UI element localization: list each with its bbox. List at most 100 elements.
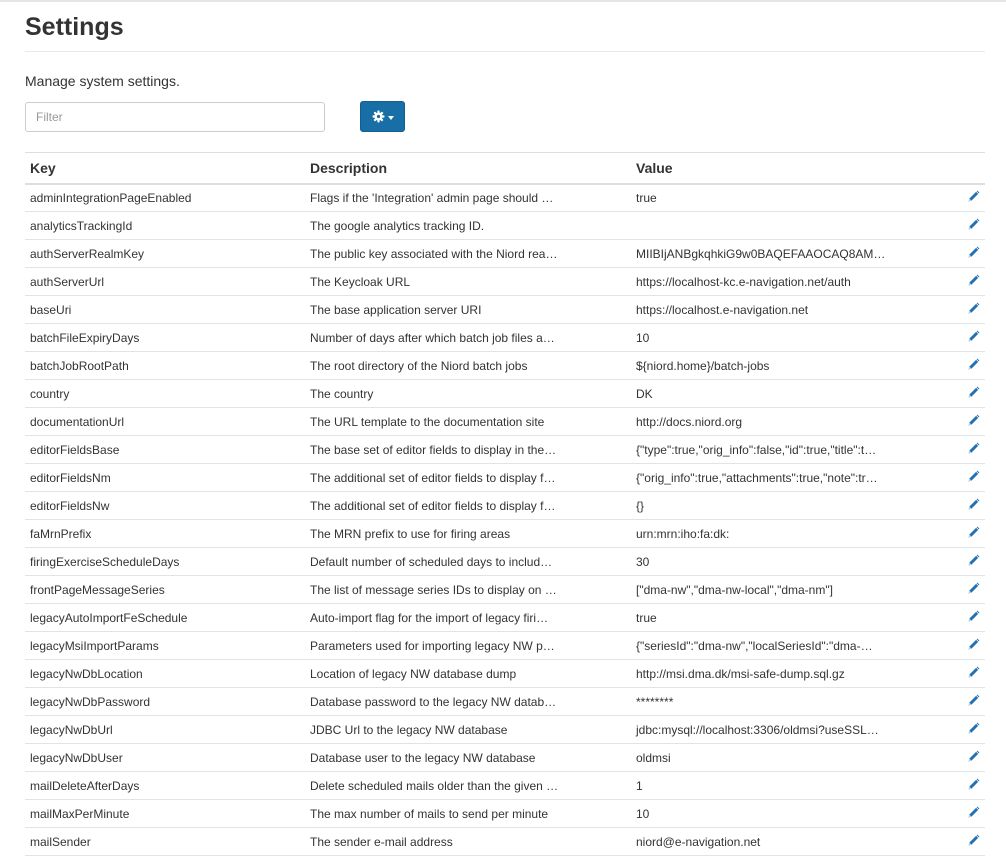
pencil-icon[interactable] — [967, 526, 980, 542]
cell-actions — [941, 799, 985, 828]
cell-value: http://docs.niord.org — [631, 407, 941, 436]
cell-value: 10 — [631, 799, 941, 828]
cell-description: Database password to the legacy NW datab… — [305, 687, 631, 716]
cell-description: Auto-import flag for the import of legac… — [305, 603, 631, 632]
cell-description: The country — [305, 379, 631, 408]
pencil-icon[interactable] — [967, 470, 980, 486]
cell-description: The base set of editor fields to display… — [305, 435, 631, 464]
pencil-icon[interactable] — [967, 554, 980, 570]
table-row[interactable]: country The country DK — [25, 379, 985, 408]
column-header-value[interactable]: Value — [631, 152, 941, 185]
table-row[interactable]: adminIntegrationPageEnabled Flags if the … — [25, 183, 985, 212]
cell-actions — [941, 519, 985, 548]
pencil-icon[interactable] — [967, 358, 980, 374]
cell-description: Number of days after which batch job fil… — [305, 323, 631, 352]
pencil-icon[interactable] — [967, 442, 980, 458]
page-title: Settings — [25, 13, 124, 41]
pencil-icon[interactable] — [967, 386, 980, 402]
cell-key: editorFieldsNm — [25, 463, 305, 492]
pencil-icon[interactable] — [967, 722, 980, 738]
table-row[interactable]: editorFieldsNw The additional set of edit… — [25, 491, 985, 520]
page-subtitle: Manage system settings. — [25, 73, 180, 89]
cell-value: 30 — [631, 547, 941, 576]
cell-key: legacyNwDbPassword — [25, 687, 305, 716]
cell-value: {"orig_info":true,"attachments":true,"no… — [631, 463, 941, 492]
title-divider — [25, 51, 985, 52]
cell-description: The base application server URI — [305, 295, 631, 324]
table-row[interactable]: legacyNwDbPassword Database password to t… — [25, 687, 985, 716]
pencil-icon[interactable] — [967, 190, 980, 206]
cell-actions — [941, 267, 985, 296]
cell-description: The URL template to the documentation si… — [305, 407, 631, 436]
cell-actions — [941, 463, 985, 492]
column-header-actions — [941, 152, 985, 185]
pencil-icon[interactable] — [967, 610, 980, 626]
table-row[interactable]: batchFileExpiryDays Number of days after … — [25, 323, 985, 352]
pencil-icon[interactable] — [967, 582, 980, 598]
pencil-icon[interactable] — [967, 246, 980, 262]
table-row[interactable]: mailDeleteAfterDays Delete scheduled mail… — [25, 771, 985, 800]
cell-value: https://localhost-kc.e-navigation.net/au… — [631, 267, 941, 296]
table-row[interactable]: documentationUrl The URL template to the … — [25, 407, 985, 436]
cell-key: analyticsTrackingId — [25, 211, 305, 240]
cell-actions — [941, 379, 985, 408]
table-row[interactable]: mailMaxPerMinute The max number of mails … — [25, 799, 985, 828]
pencil-icon[interactable] — [967, 834, 980, 850]
cell-description: The list of message series IDs to displa… — [305, 575, 631, 604]
cell-description: Location of legacy NW database dump — [305, 659, 631, 688]
cell-key: editorFieldsNw — [25, 491, 305, 520]
filter-input[interactable] — [25, 102, 325, 132]
pencil-icon[interactable] — [967, 694, 980, 710]
cell-actions — [941, 407, 985, 436]
pencil-icon[interactable] — [967, 750, 980, 766]
settings-menu-button[interactable] — [360, 101, 405, 132]
cell-key: authServerRealmKey — [25, 239, 305, 268]
pencil-icon[interactable] — [967, 666, 980, 682]
table-row[interactable]: legacyNwDbUrl JDBC Url to the legacy NW d… — [25, 715, 985, 744]
table-row[interactable]: legacyNwDbUser Database user to the legac… — [25, 743, 985, 772]
table-row[interactable]: editorFieldsBase The base set of editor f… — [25, 435, 985, 464]
cell-actions — [941, 659, 985, 688]
table-row[interactable]: faMrnPrefix The MRN prefix to use for fir… — [25, 519, 985, 548]
pencil-icon[interactable] — [967, 330, 980, 346]
table-row[interactable]: legacyNwDbLocation Location of legacy NW … — [25, 659, 985, 688]
cell-value: ******** — [631, 687, 941, 716]
column-header-key[interactable]: Key — [25, 152, 305, 185]
table-row[interactable]: authServerRealmKey The public key associa… — [25, 239, 985, 268]
table-row[interactable]: firingExerciseScheduleDays Default number… — [25, 547, 985, 576]
column-header-description[interactable]: Description — [305, 152, 631, 185]
cell-key: frontPageMessageSeries — [25, 575, 305, 604]
cell-actions — [941, 351, 985, 380]
pencil-icon[interactable] — [967, 638, 980, 654]
cell-key: authServerUrl — [25, 267, 305, 296]
cell-actions — [941, 687, 985, 716]
cell-description: The google analytics tracking ID. — [305, 211, 631, 240]
table-row[interactable]: legacyMsiImportParams Parameters used for… — [25, 631, 985, 660]
pencil-icon[interactable] — [967, 806, 980, 822]
pencil-icon[interactable] — [967, 498, 980, 514]
table-row[interactable]: frontPageMessageSeries The list of messag… — [25, 575, 985, 604]
cell-key: mailMaxPerMinute — [25, 799, 305, 828]
table-row[interactable]: batchJobRootPath The root directory of th… — [25, 351, 985, 380]
pencil-icon[interactable] — [967, 274, 980, 290]
cell-key: faMrnPrefix — [25, 519, 305, 548]
pencil-icon[interactable] — [967, 778, 980, 794]
table-row[interactable]: editorFieldsNm The additional set of edit… — [25, 463, 985, 492]
pencil-icon[interactable] — [967, 414, 980, 430]
cell-key: adminIntegrationPageEnabled — [25, 183, 305, 212]
cell-key: legacyNwDbUser — [25, 743, 305, 772]
table-row[interactable]: baseUri The base application server URI ht… — [25, 295, 985, 324]
table-row[interactable]: authServerUrl The Keycloak URL https://loc… — [25, 267, 985, 296]
cell-actions — [941, 631, 985, 660]
cell-value: {"seriesId":"dma-nw","localSeriesId":"dm… — [631, 631, 941, 660]
cell-actions — [941, 547, 985, 576]
pencil-icon[interactable] — [967, 302, 980, 318]
table-row[interactable]: mailSender The sender e-mail address niord… — [25, 827, 985, 856]
cell-description: The public key associated with the Niord… — [305, 239, 631, 268]
table-row[interactable]: analyticsTrackingId The google analytics … — [25, 211, 985, 240]
cell-actions — [941, 575, 985, 604]
cell-actions — [941, 323, 985, 352]
cell-key: firingExerciseScheduleDays — [25, 547, 305, 576]
table-row[interactable]: legacyAutoImportFeSchedule Auto-import fl… — [25, 603, 985, 632]
pencil-icon[interactable] — [967, 218, 980, 234]
